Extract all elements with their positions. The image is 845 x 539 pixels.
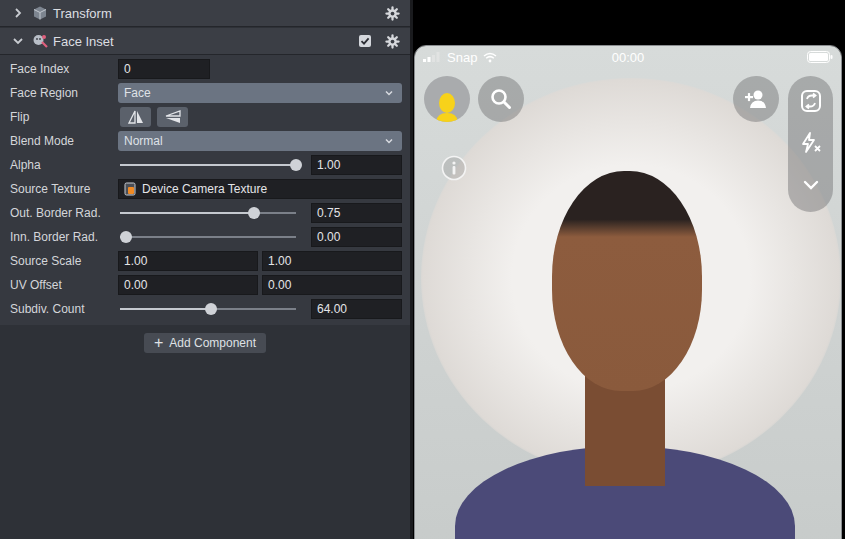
add-friend-button[interactable] [733, 76, 779, 122]
face-index-row: Face Index0 [0, 57, 410, 81]
flash-button[interactable] [788, 122, 833, 164]
slider[interactable] [120, 158, 302, 172]
property-label: Blend Mode [10, 134, 118, 148]
vector-field[interactable]: 1.00 [118, 251, 258, 271]
info-button[interactable] [441, 155, 467, 181]
source-texture-row: Source TextureDevice Camera Texture [0, 177, 410, 201]
number-field[interactable]: 0 [118, 59, 210, 79]
slider[interactable] [120, 206, 302, 220]
property-list: Face Index0Face RegionFaceFlipBlend Mode… [0, 55, 410, 325]
vector-field[interactable]: 1.00 [262, 251, 402, 271]
face-inset-header[interactable]: Face Inset [0, 28, 410, 55]
chevron-icon[interactable] [12, 7, 24, 19]
flip-row: Flip [0, 105, 410, 129]
source-scale-row: Source Scale1.001.00 [0, 249, 410, 273]
chevron-down-icon [802, 179, 820, 191]
slider-knob[interactable] [120, 231, 132, 243]
slider-track [126, 236, 296, 238]
slider[interactable] [120, 302, 302, 316]
signal-icon [423, 52, 441, 62]
enabled-checkbox[interactable] [359, 35, 371, 47]
info-icon [441, 155, 467, 181]
slider-fill [120, 308, 211, 310]
vector-field[interactable]: 0.00 [262, 275, 402, 295]
vector-field[interactable]: 0.00 [118, 275, 258, 295]
slider-value-field[interactable]: 0.00 [311, 227, 402, 247]
property-label: UV Offset [10, 278, 118, 292]
add-component-button[interactable]: +Add Component [144, 333, 266, 353]
profile-button[interactable] [424, 76, 470, 122]
gear-icon[interactable] [385, 34, 400, 49]
subdiv-count-row: Subdiv. Count 64.00 [0, 297, 410, 321]
clock: 00:00 [612, 50, 645, 65]
property-label: Face Region [10, 86, 118, 100]
slider-knob[interactable] [248, 207, 260, 219]
component-title: Transform [53, 6, 112, 21]
property-label: Subdiv. Count [10, 302, 118, 316]
dropdown[interactable]: Face [118, 83, 402, 103]
slider-value-field[interactable]: 1.00 [311, 155, 402, 175]
inn-border-rad-row: Inn. Border Rad. 0.00 [0, 225, 410, 249]
flip-horizontal-button[interactable] [120, 107, 151, 127]
uv-offset-row: UV Offset0.000.00 [0, 273, 410, 297]
property-label: Inn. Border Rad. [10, 230, 118, 244]
device-camera-icon [124, 182, 136, 196]
flash-off-icon [799, 131, 823, 155]
property-label: Face Index [10, 62, 118, 76]
texture-field[interactable]: Device Camera Texture [118, 179, 402, 199]
dropdown[interactable]: Normal [118, 131, 402, 151]
slider-knob[interactable] [290, 159, 302, 171]
flip-camera-button[interactable] [788, 80, 833, 122]
face-inset-icon [32, 33, 48, 49]
property-label: Source Texture [10, 182, 118, 196]
slider-fill [120, 212, 254, 214]
slider-fill [120, 164, 296, 166]
gear-icon[interactable] [385, 6, 400, 21]
transform-header[interactable]: Transform [0, 0, 410, 27]
camera-controls [415, 68, 841, 212]
app: TransformFace InsetFace Index0Face Regio… [0, 0, 845, 539]
status-bar: Snap 00:00 [415, 46, 841, 68]
photo [415, 46, 841, 539]
component-title: Face Inset [53, 34, 114, 49]
camera-toolbar [788, 76, 833, 212]
slider-knob[interactable] [205, 303, 217, 315]
more-button[interactable] [788, 164, 833, 206]
out-border-rad-row: Out. Border Rad. 0.75 [0, 201, 410, 225]
slider-value-field[interactable]: 0.75 [311, 203, 402, 223]
flip-horizontal-icon [128, 110, 144, 124]
slider-value-field[interactable]: 64.00 [311, 299, 402, 319]
plus-icon: + [154, 335, 163, 351]
dropdown-arrow-icon [384, 136, 394, 146]
alpha-row: Alpha 1.00 [0, 153, 410, 177]
flip-vertical-icon [165, 110, 181, 124]
flip-vertical-button[interactable] [157, 107, 188, 127]
dropdown-arrow-icon [384, 88, 394, 98]
property-label: Source Scale [10, 254, 118, 268]
cube-icon [32, 5, 48, 21]
battery-icon [807, 51, 833, 63]
search-icon [490, 88, 512, 110]
inspector-panel: TransformFace InsetFace Index0Face Regio… [0, 0, 410, 539]
slider[interactable] [120, 230, 302, 244]
property-label: Alpha [10, 158, 118, 172]
wifi-icon [483, 52, 497, 63]
flip-camera-icon [799, 89, 823, 113]
phone-screen: Snap 00:00 [414, 45, 842, 539]
add-friend-icon [744, 89, 768, 109]
blend-mode-row: Blend ModeNormal [0, 129, 410, 153]
face-region-row: Face RegionFace [0, 81, 410, 105]
property-label: Out. Border Rad. [10, 206, 118, 220]
property-label: Flip [10, 110, 118, 124]
preview-panel: Snap 00:00 [413, 0, 845, 539]
check-icon [360, 36, 370, 46]
bitmoji-icon [433, 92, 461, 122]
chevron-icon[interactable] [12, 35, 24, 47]
search-button[interactable] [478, 76, 524, 122]
carrier-name: Snap [447, 50, 477, 65]
